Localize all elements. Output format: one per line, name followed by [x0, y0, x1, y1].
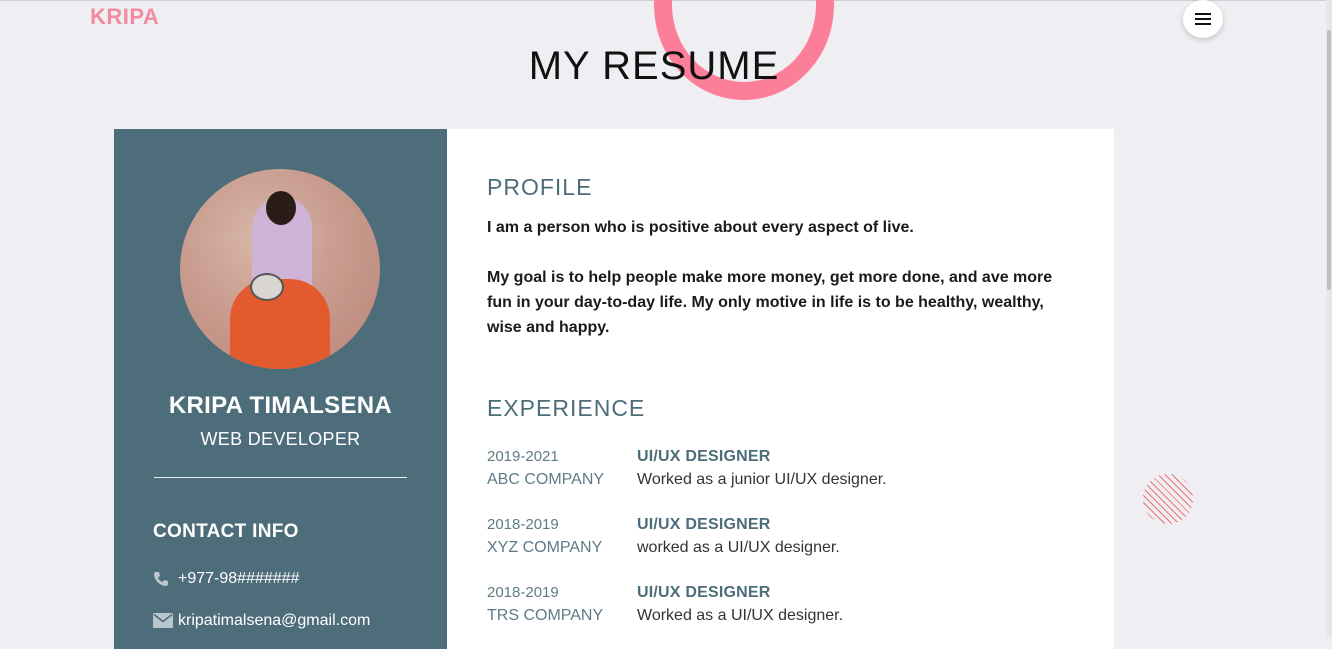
experience-company: TRS COMPANY: [487, 607, 604, 624]
profile-paragraph: My goal is to help people make more mone…: [487, 269, 1053, 336]
sidebar-divider: [154, 477, 407, 478]
experience-role: UI/UX DESIGNER: [637, 516, 771, 533]
contact-phone-value: +977-98#######: [178, 570, 300, 587]
profile-heading: PROFILE: [487, 174, 593, 200]
mail-icon: [153, 613, 173, 629]
experience-description: Worked as a junior UI/UX designer.: [637, 471, 887, 488]
avatar: [180, 169, 380, 369]
decorative-hatched-circle: [1143, 474, 1193, 524]
experience-item: 2019-2021 ABC COMPANY UI/UX DESIGNER Wor…: [487, 448, 1087, 496]
contact-email-value[interactable]: kripatimalsena@gmail.com: [178, 612, 370, 630]
page-title: MY RESUME: [528, 44, 780, 88]
site-logo[interactable]: KRIPA: [90, 4, 159, 30]
resume-sidebar: KRIPA TIMALSENA WEB DEVELOPER CONTACT IN…: [114, 129, 447, 649]
experience-years: 2018-2019: [487, 516, 559, 533]
scrollbar[interactable]: [1326, 0, 1332, 638]
profile-role: WEB DEVELOPER: [200, 429, 361, 449]
experience-role: UI/UX DESIGNER: [637, 584, 771, 601]
profile-paragraph: I am a person who is positive about ever…: [487, 219, 914, 236]
contact-phone: +977-98#######: [153, 570, 299, 588]
experience-description: worked as a UI/UX designer.: [637, 539, 840, 556]
experience-description: Worked as a UI/UX designer.: [637, 607, 844, 624]
experience-years: 2018-2019: [487, 584, 559, 601]
contact-info-heading: CONTACT INFO: [153, 521, 299, 542]
hamburger-menu-icon: [1195, 13, 1211, 25]
experience-company: XYZ COMPANY: [487, 539, 603, 556]
experience-heading: EXPERIENCE: [487, 395, 646, 421]
profile-name: KRIPA TIMALSENA: [168, 392, 393, 419]
experience-item: 2018-2019 XYZ COMPANY UI/UX DESIGNER wor…: [487, 516, 1087, 564]
experience-years: 2019-2021: [487, 448, 559, 465]
resume-card: KRIPA TIMALSENA WEB DEVELOPER CONTACT IN…: [114, 129, 1114, 649]
experience-company: ABC COMPANY: [487, 471, 605, 488]
avatar-head: [266, 191, 296, 225]
scrollbar-thumb[interactable]: [1327, 30, 1331, 290]
phone-icon: [153, 571, 173, 587]
experience-role: UI/UX DESIGNER: [637, 448, 771, 465]
contact-email: kripatimalsena@gmail.com: [153, 612, 370, 630]
avatar-scooter-lamp: [250, 273, 284, 301]
experience-item: 2018-2019 TRS COMPANY UI/UX DESIGNER Wor…: [487, 584, 1087, 632]
menu-button[interactable]: [1183, 0, 1223, 38]
